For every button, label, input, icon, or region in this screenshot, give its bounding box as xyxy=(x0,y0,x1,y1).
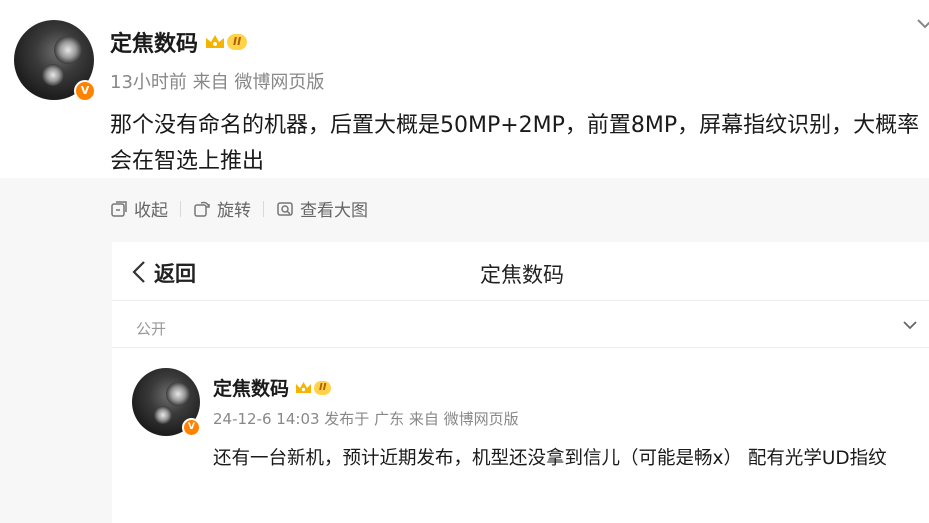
collapse-icon xyxy=(111,200,127,217)
back-button[interactable]: 返回 xyxy=(154,258,196,288)
collapse-label: 收起 xyxy=(134,201,168,221)
member-level: II xyxy=(227,34,248,50)
toolbar-divider xyxy=(180,200,181,217)
collapse-button[interactable]: 收起 xyxy=(110,196,168,221)
view-large-button[interactable]: 查看大图 xyxy=(276,196,368,221)
embedded-screenshot[interactable]: 返回 定焦数码 公开 V 定焦数码 II 24-12-6 14:03 发布于 广… xyxy=(112,242,929,523)
crown-icon xyxy=(296,381,312,393)
divider xyxy=(112,347,929,348)
post-text: 那个没有命名的机器，后置大概是50MP+2MP，前置8MP，屏幕指纹识别，大概率… xyxy=(110,113,920,174)
member-badge[interactable]: II xyxy=(204,33,248,51)
screenshot-header-title: 定焦数码 xyxy=(480,263,564,287)
inner-post-meta: 24-12-6 14:03 发布于 广东 来自 微博网页版 xyxy=(213,410,519,428)
view-large-icon xyxy=(277,201,293,216)
inner-author-name[interactable]: 定焦数码 xyxy=(213,374,289,401)
view-large-label: 查看大图 xyxy=(300,201,368,221)
avatar-lens xyxy=(42,64,64,86)
inner-verified-badge: V xyxy=(182,418,201,437)
inner-post-text: 还有一台新机，预计近期发布，机型还没拿到信儿（可能是畅x） 配有光学UD指纹 xyxy=(213,448,887,469)
visibility-label: 公开 xyxy=(136,320,167,338)
image-toolbar: 收起 旋转 查看大图 xyxy=(110,196,368,221)
avatar-lens xyxy=(154,406,172,424)
toolbar-divider xyxy=(263,200,264,217)
expand-chevron-icon[interactable] xyxy=(916,16,929,34)
rotate-label: 旋转 xyxy=(217,201,251,221)
avatar-lens xyxy=(166,382,190,406)
rotate-button[interactable]: 旋转 xyxy=(193,196,251,221)
avatar-lens xyxy=(54,36,82,64)
chevron-down-icon[interactable] xyxy=(902,320,918,332)
author-line: 定焦数码 II xyxy=(110,26,248,58)
back-arrow-icon[interactable] xyxy=(132,260,146,284)
inner-member-badge[interactable]: II xyxy=(294,380,332,396)
author-name[interactable]: 定焦数码 xyxy=(110,26,198,58)
screenshot-header: 返回 定焦数码 xyxy=(112,242,929,301)
crown-icon xyxy=(206,35,225,48)
verified-badge: V xyxy=(74,80,96,102)
rotate-icon xyxy=(194,201,210,217)
post-meta: 13小时前 来自 微博网页版 xyxy=(110,72,325,93)
inner-author-avatar[interactable]: V xyxy=(132,368,201,437)
author-avatar[interactable]: V xyxy=(14,20,96,102)
inner-author-line: 定焦数码 II xyxy=(213,374,332,401)
inner-member-level: II xyxy=(314,380,332,395)
